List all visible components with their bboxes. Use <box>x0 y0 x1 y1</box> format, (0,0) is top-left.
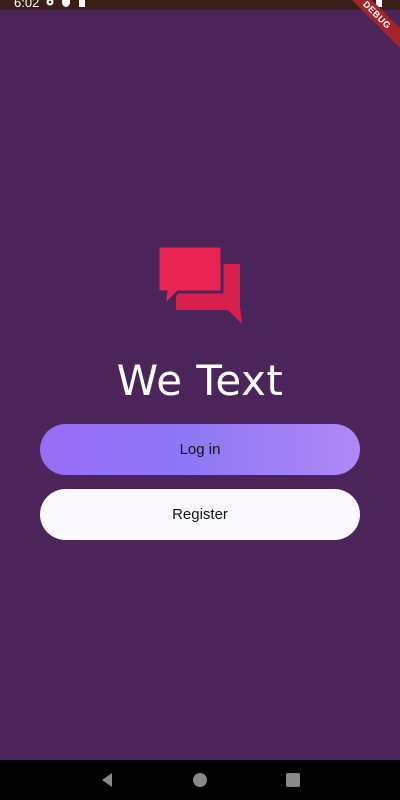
login-button[interactable]: Log in <box>40 424 360 475</box>
welcome-screen: We Text Log in Register <box>0 10 400 760</box>
chat-bubbles-icon <box>156 244 242 324</box>
back-icon <box>101 773 112 787</box>
recents-button[interactable] <box>273 760 313 800</box>
recents-icon <box>286 773 301 787</box>
sd-card-icon <box>79 0 86 7</box>
app-title: We Text <box>116 356 284 405</box>
status-left: 6:02 <box>0 0 87 10</box>
register-button[interactable]: Register <box>40 489 360 540</box>
home-button[interactable] <box>180 760 220 800</box>
back-button[interactable] <box>87 760 127 800</box>
home-icon <box>192 773 207 787</box>
android-nav-bar <box>0 760 400 800</box>
shield-icon <box>62 0 71 7</box>
status-bar: 6:02 <box>0 0 400 10</box>
status-time: 6:02 <box>14 0 40 10</box>
gear-icon <box>46 0 54 6</box>
